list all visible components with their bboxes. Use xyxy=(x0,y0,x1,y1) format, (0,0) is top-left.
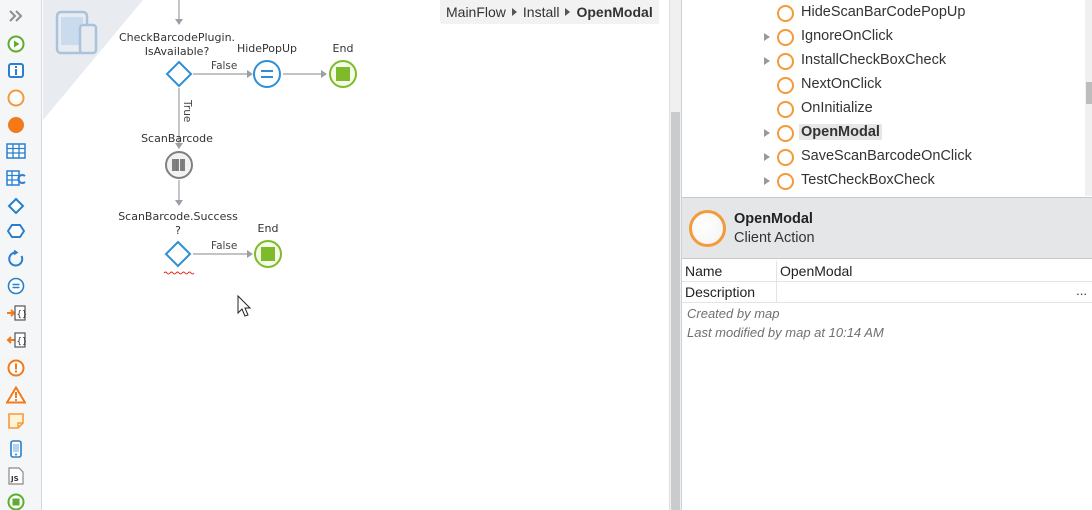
breadcrumb-item-install[interactable]: Install xyxy=(523,4,560,20)
app-window: {} {} JS xyxy=(0,0,1092,510)
aggregate-icon[interactable] xyxy=(6,141,26,161)
javascript-icon[interactable]: JS xyxy=(6,466,26,486)
column-divider xyxy=(776,282,777,303)
start-icon[interactable] xyxy=(6,34,26,54)
action-node-scan-barcode[interactable]: ScanBarcode xyxy=(141,132,213,179)
end-node-label-2: End xyxy=(258,222,279,235)
end-node-2[interactable]: End xyxy=(254,222,282,268)
expand-arrow-icon[interactable] xyxy=(764,57,770,65)
description-ellipsis-button[interactable]: ... xyxy=(1076,283,1087,298)
validation-error-underline xyxy=(163,271,195,275)
expand-arrow-icon[interactable] xyxy=(764,153,770,161)
client-action-icon xyxy=(777,101,794,118)
tree-scrollbar-thumb[interactable] xyxy=(1086,82,1092,104)
properties-title: OpenModal xyxy=(734,211,813,227)
column-divider xyxy=(776,261,777,282)
property-key: Name xyxy=(685,263,723,279)
property-value-name[interactable]: OpenModal xyxy=(780,263,852,279)
message-icon[interactable] xyxy=(6,439,26,459)
tree-item-label: TestCheckBoxCheck xyxy=(801,172,935,188)
properties-table: Name OpenModal Description ... xyxy=(682,261,1092,303)
properties-subtitle: Client Action xyxy=(734,230,815,246)
tree-item-label: IgnoreOnClick xyxy=(801,28,893,44)
client-action-icon xyxy=(777,77,794,94)
raise-error-icon[interactable] xyxy=(6,385,26,405)
info-icon[interactable] xyxy=(6,61,26,81)
tree-item-label: NextOnClick xyxy=(801,76,882,92)
client-action-icon[interactable] xyxy=(6,88,26,108)
expand-arrow-icon[interactable] xyxy=(764,177,770,185)
double-chevron-right-icon[interactable] xyxy=(6,6,26,26)
client-action-icon xyxy=(777,5,794,22)
edge-label-false-2: False xyxy=(211,240,237,252)
server-action-icon[interactable] xyxy=(6,115,26,135)
property-row-name[interactable]: Name OpenModal xyxy=(682,261,1092,282)
foreach-icon[interactable] xyxy=(6,249,26,269)
tree-item-label: HideScanBarCodePopUp xyxy=(801,4,966,20)
client-action-icon xyxy=(777,125,794,142)
if-node2-label-line2: ? xyxy=(175,224,181,237)
if-node-label-line1: CheckBarcodePlugin. xyxy=(119,31,235,44)
if-icon[interactable] xyxy=(6,196,26,216)
properties-header: OpenModal Client Action xyxy=(682,197,1092,259)
edge-label-false-1: False xyxy=(211,60,237,72)
comment-icon[interactable] xyxy=(6,411,26,431)
scan-node-label: ScanBarcode xyxy=(141,132,213,145)
tree-item-label: OpenModal xyxy=(799,124,882,140)
json-serialize-icon[interactable]: {} xyxy=(6,330,26,350)
canvas-scrollbar-thumb[interactable] xyxy=(671,112,680,510)
tree-scrollbar[interactable] xyxy=(1085,0,1092,196)
end-icon[interactable] xyxy=(6,492,26,510)
tree-item-label: SaveScanBarcodeOnClick xyxy=(801,148,972,164)
switch-icon[interactable] xyxy=(6,221,26,241)
svg-text:{}: {} xyxy=(17,337,27,347)
last-modified-text: Last modified by map at 10:14 AM xyxy=(687,325,884,340)
breadcrumb-item-mainflow[interactable]: MainFlow xyxy=(446,4,506,20)
barcode-icon xyxy=(172,159,185,171)
property-key: Description xyxy=(685,284,756,300)
right-panel: HideScanBarCodePopUp IgnoreOnClick Insta… xyxy=(681,0,1092,510)
elements-tree: HideScanBarCodePopUp IgnoreOnClick Insta… xyxy=(682,0,1092,196)
expand-arrow-icon[interactable] xyxy=(764,129,770,137)
property-row-description[interactable]: Description ... xyxy=(682,282,1092,303)
toolbox: {} {} JS xyxy=(0,0,42,510)
json-deserialize-icon[interactable]: {} xyxy=(6,303,26,323)
flow-canvas[interactable]: False True False CheckBarcodePlugin. IsA… xyxy=(43,0,670,510)
breadcrumb-current: OpenModal xyxy=(576,4,653,20)
assign-node-hide-popup[interactable]: HidePopUp xyxy=(237,42,297,88)
exception-icon[interactable] xyxy=(6,358,26,378)
end-node-label-1: End xyxy=(333,42,354,55)
client-action-large-icon xyxy=(689,210,726,247)
mouse-cursor-icon xyxy=(237,294,252,317)
client-action-icon xyxy=(777,53,794,70)
edge-label-true: True xyxy=(181,99,193,122)
breadcrumb: MainFlow Install OpenModal xyxy=(440,0,659,24)
client-action-icon xyxy=(777,149,794,166)
tree-item-label: InstallCheckBoxCheck xyxy=(801,52,947,68)
if-node-label-line2: IsAvailable? xyxy=(145,45,210,58)
client-action-icon xyxy=(777,173,794,190)
client-action-icon xyxy=(777,29,794,46)
end-node-1[interactable]: End xyxy=(329,42,357,88)
created-by-text: Created by map xyxy=(687,306,780,321)
assign-node-label: HidePopUp xyxy=(237,42,297,55)
data-action-icon[interactable] xyxy=(6,168,26,188)
tree-item-label: OnInitialize xyxy=(801,100,873,116)
breadcrumb-separator-icon xyxy=(565,8,571,16)
if-node2-label-line1: ScanBarcode.Success xyxy=(118,210,238,223)
assign-icon[interactable] xyxy=(6,276,26,296)
canvas-scrollbar[interactable] xyxy=(669,0,681,510)
if-node-check-plugin[interactable]: CheckBarcodePlugin. IsAvailable? xyxy=(119,31,235,88)
breadcrumb-separator-icon xyxy=(511,8,517,16)
svg-text:JS: JS xyxy=(10,475,19,483)
svg-text:{}: {} xyxy=(17,310,27,320)
expand-arrow-icon[interactable] xyxy=(764,33,770,41)
